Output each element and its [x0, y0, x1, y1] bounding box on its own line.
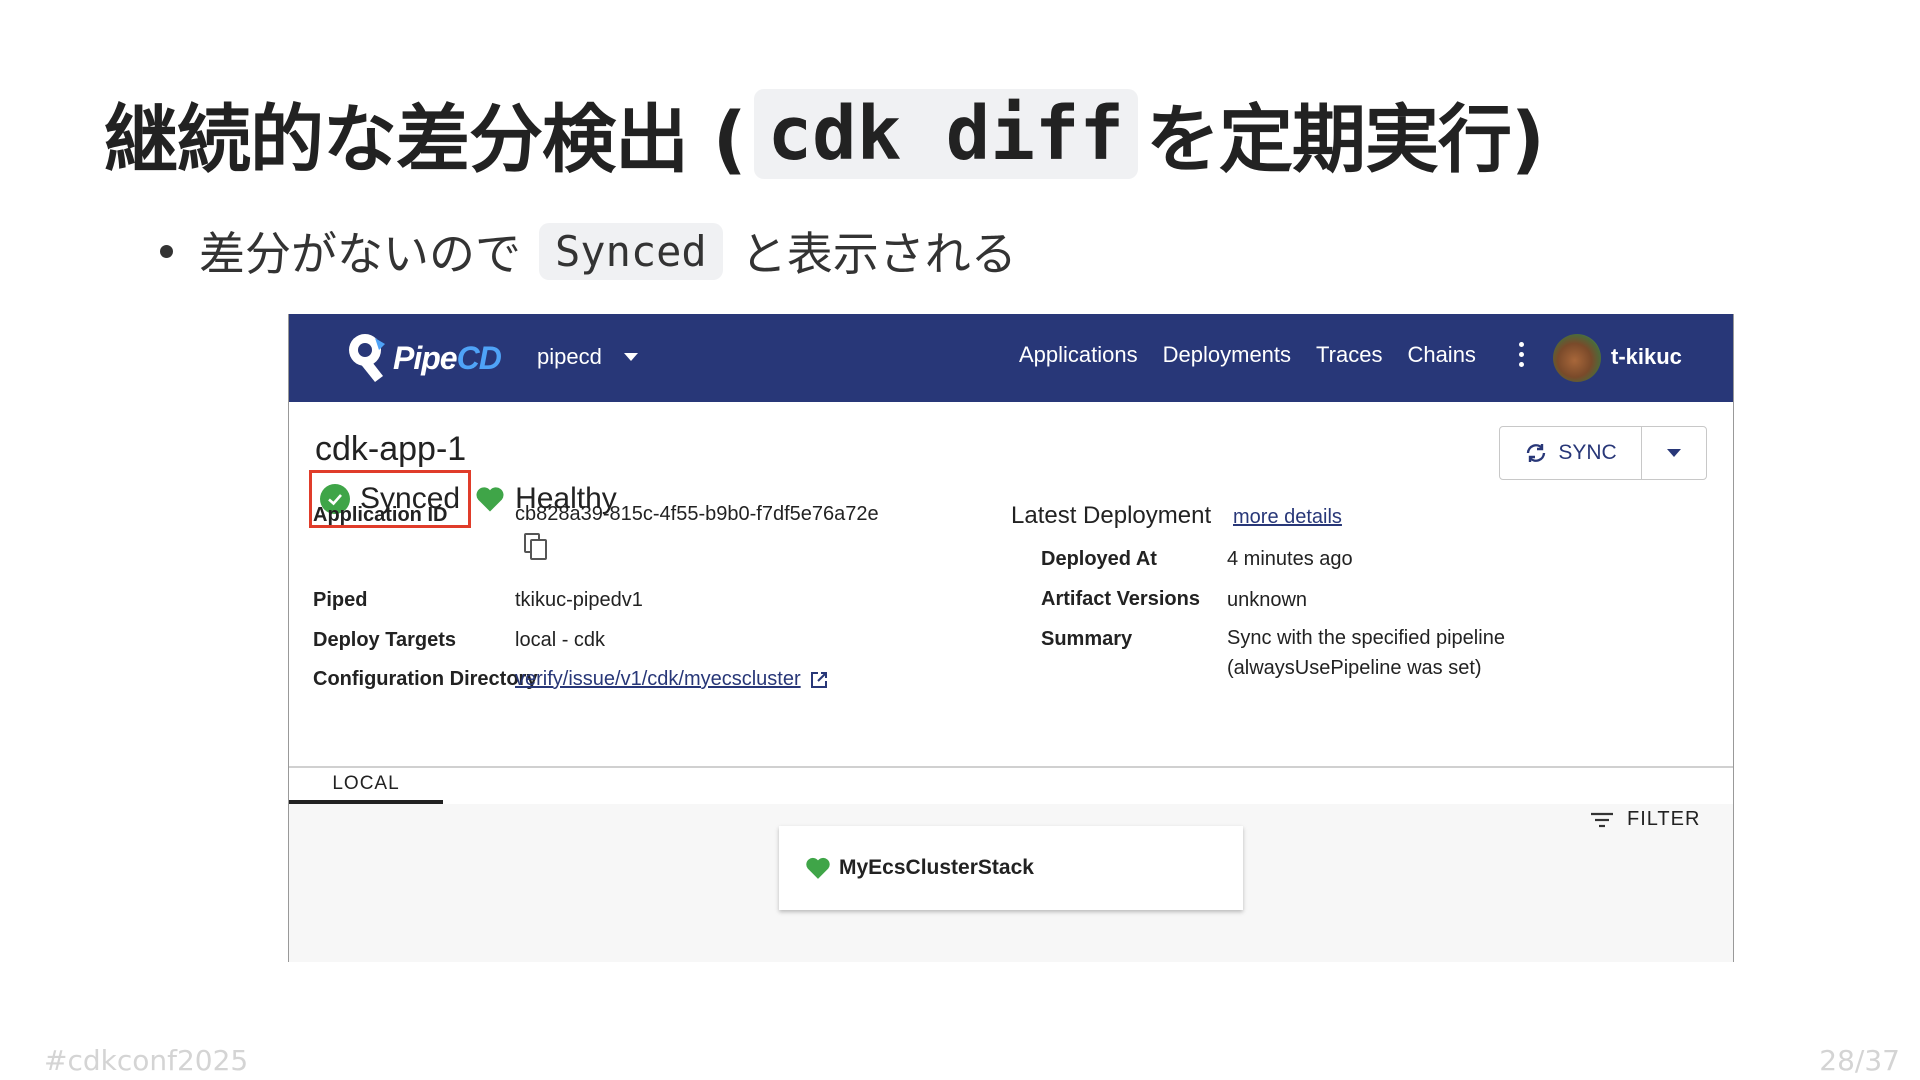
filter-label: FILTER — [1627, 808, 1701, 830]
bullet-point: 差分がないので Synced と表示される — [160, 218, 1017, 284]
sync-icon — [1527, 444, 1546, 462]
title-code: cdk diff — [753, 88, 1139, 179]
heart-icon — [476, 487, 504, 512]
sync-dropdown-button[interactable] — [1642, 427, 1706, 479]
slide-title: 継続的な差分検出 ( cdk diff を定期実行) — [104, 80, 1545, 187]
deployed-at-value: 4 minutes ago — [1227, 548, 1353, 570]
nav-applications[interactable]: Applications — [1019, 342, 1138, 368]
nav-traces[interactable]: Traces — [1316, 342, 1382, 368]
tab-local[interactable]: LOCAL — [289, 768, 443, 804]
piped-value: tkikuc-pipedv1 — [515, 589, 643, 611]
deployed-at-label: Deployed At — [1041, 548, 1157, 570]
open-in-new-icon — [810, 671, 827, 688]
summary-line-1: Sync with the specified pipeline — [1227, 627, 1505, 649]
filter-list-icon — [1591, 812, 1613, 827]
title-suffix: を定期実行) — [1146, 97, 1545, 183]
application-id-label: Application ID — [313, 504, 448, 526]
artifact-versions-label: Artifact Versions — [1041, 588, 1200, 610]
summary-line-2: (alwaysUsePipeline was set) — [1227, 657, 1482, 679]
config-dir-link[interactable]: verify/issue/v1/cdk/myecscluster — [515, 668, 829, 691]
bullet-prefix: 差分がないので — [199, 227, 521, 281]
footer-hashtag: #cdkconf2025 — [44, 1044, 249, 1077]
pipecd-logo[interactable]: PipeCD — [345, 330, 502, 386]
title-prefix: 継続的な差分検出 ( — [104, 97, 747, 183]
navbar: PipeCD pipecd Applications Deployments T… — [289, 314, 1733, 402]
pipecd-logo-icon — [349, 334, 385, 382]
stack-name: MyEcsClusterStack — [839, 856, 1034, 879]
chevron-down-icon — [1667, 449, 1681, 457]
avatar[interactable] — [1553, 334, 1601, 382]
sync-button[interactable]: SYNC — [1500, 427, 1642, 479]
bullet-code: Synced — [539, 222, 723, 280]
user-name[interactable]: t-kikuc — [1611, 344, 1682, 370]
latest-deployment-heading: Latest Deployment — [1011, 502, 1212, 529]
more-details-link[interactable]: more details — [1233, 506, 1342, 529]
config-dir-label: Configuration Directory — [313, 668, 538, 690]
resource-card[interactable]: MyEcsClusterStack — [779, 826, 1243, 910]
project-name: pipecd — [537, 344, 602, 369]
project-select[interactable]: pipecd — [537, 344, 638, 370]
chevron-down-icon — [623, 353, 638, 361]
copy-icon[interactable] — [523, 532, 549, 562]
bullet-dot — [160, 244, 173, 258]
application-id-value: cb828a39-815c-4f55-b9b0-f7df5e76a72e — [515, 503, 879, 525]
logo-text: PipeCD — [393, 339, 502, 376]
heart-icon — [806, 857, 830, 879]
more-vert-icon[interactable] — [1519, 342, 1525, 367]
nav-chains[interactable]: Chains — [1407, 342, 1475, 368]
piped-label: Piped — [313, 589, 368, 611]
summary-label: Summary — [1041, 628, 1133, 650]
app-name: cdk-app-1 — [315, 430, 467, 468]
page-number: 28/37 — [1819, 1044, 1900, 1077]
artifact-versions-value: unknown — [1227, 589, 1308, 611]
filter-button[interactable]: FILTER — [1589, 808, 1700, 831]
bullet-suffix: と表示される — [740, 227, 1017, 281]
pipecd-screenshot: PipeCD pipecd Applications Deployments T… — [288, 314, 1734, 962]
nav-deployments[interactable]: Deployments — [1163, 342, 1291, 368]
section-divider — [289, 766, 1733, 768]
nav-links: Applications Deployments Traces Chains — [1019, 342, 1501, 368]
deploy-targets-value: local - cdk — [515, 629, 606, 651]
sync-label: SYNC — [1558, 441, 1617, 464]
sync-button-group: SYNC — [1499, 426, 1707, 480]
deploy-targets-label: Deploy Targets — [313, 629, 456, 651]
